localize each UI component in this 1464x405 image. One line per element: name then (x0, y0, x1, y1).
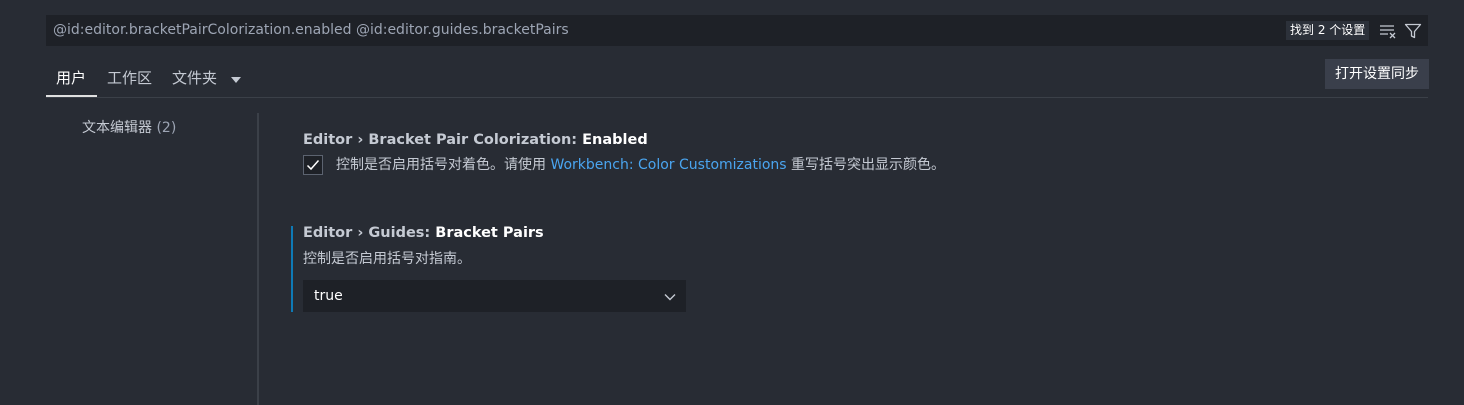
toc-item-text-editor[interactable]: 文本编辑器 (2) (82, 117, 176, 139)
settings-editor: @id:editor.bracketPairColorization.enabl… (0, 0, 1464, 405)
tab-folder[interactable]: 文件夹 (172, 66, 217, 90)
setting-title: Editor › Guides: Bracket Pairs (303, 222, 544, 244)
check-icon (306, 160, 320, 171)
color-customizations-link[interactable]: Workbench: Color Customizations (550, 157, 786, 173)
open-settings-sync-button[interactable]: 打开设置同步 (1325, 59, 1429, 89)
setting-title: Editor › Bracket Pair Colorization: Enab… (303, 129, 648, 151)
focused-setting-indicator (291, 226, 293, 312)
tab-user[interactable]: 用户 (56, 66, 86, 90)
setting-description: 控制是否启用括号对指南。 (303, 251, 471, 267)
toc-item-label: 文本编辑器 (82, 120, 152, 136)
toc-separator (257, 113, 259, 405)
search-result-count: 找到 2 个设置 (1286, 21, 1370, 40)
setting-category: Editor › Guides: (303, 225, 436, 241)
toc-item-count: (2) (156, 120, 177, 136)
clear-filter-icon[interactable] (1379, 22, 1397, 40)
select-value: true (314, 288, 343, 304)
chevron-down-icon[interactable] (229, 71, 243, 83)
bracket-colorization-checkbox[interactable] (303, 155, 323, 175)
description-text: 重写括号突出显示颜色。 (786, 157, 946, 173)
tab-workspace[interactable]: 工作区 (107, 66, 152, 90)
filter-icon[interactable] (1404, 22, 1422, 40)
bracket-pairs-select[interactable]: true (303, 280, 686, 312)
setting-description: 控制是否启用括号对着色。请使用 Workbench: Color Customi… (336, 154, 945, 176)
setting-category: Editor › Bracket Pair Colorization: (303, 132, 583, 148)
setting-name: Enabled (582, 132, 648, 148)
search-input[interactable]: @id:editor.bracketPairColorization.enabl… (53, 15, 569, 46)
tabs-divider (46, 97, 1428, 98)
setting-name: Bracket Pairs (435, 225, 544, 241)
settings-search-box[interactable]: @id:editor.bracketPairColorization.enabl… (46, 15, 1428, 46)
description-text: 控制是否启用括号对着色。请使用 (336, 157, 551, 173)
chevron-down-icon (663, 289, 677, 303)
